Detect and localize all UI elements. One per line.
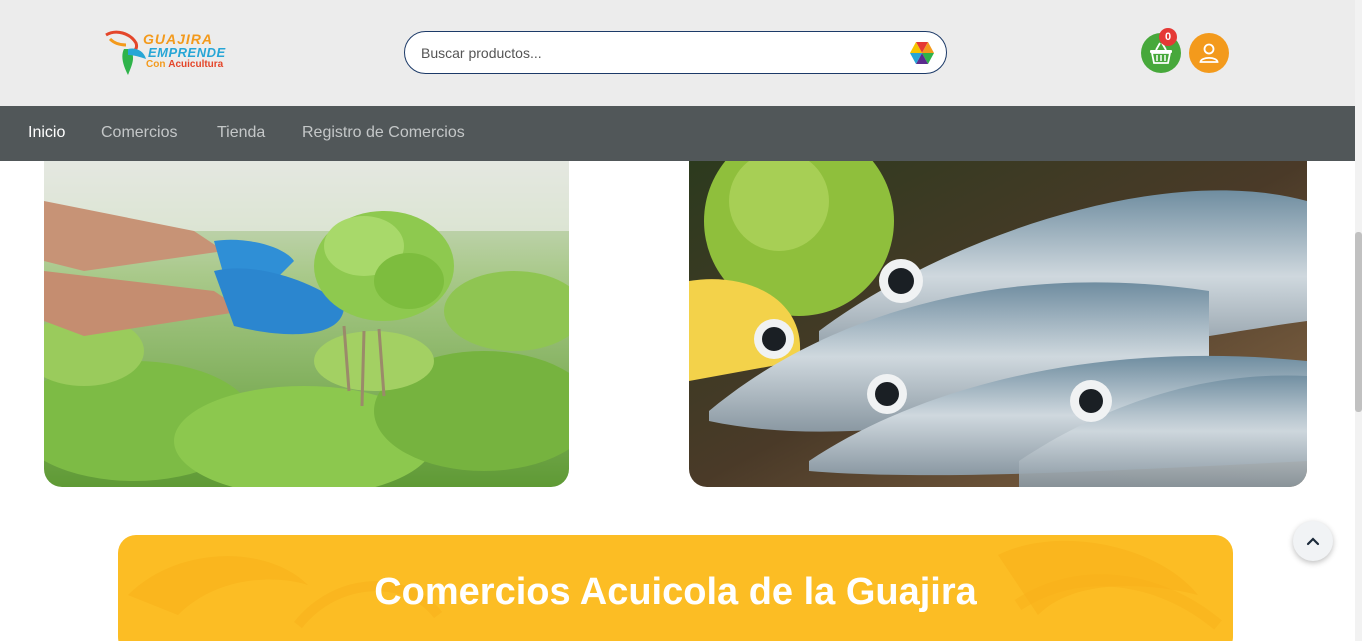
commerce-banner: Comercios Acuicola de la Guajira [118, 535, 1233, 641]
site-logo[interactable]: GUAJIRA EMPRENDE Con Acuicultura [102, 29, 232, 77]
hydroponic-lettuce-image [44, 161, 569, 487]
main-nav: Inicio Comercios Tienda Registro de Come… [0, 106, 1355, 161]
nav-item-tienda[interactable]: Tienda [217, 124, 265, 142]
logo-line-2: EMPRENDE [148, 45, 226, 60]
nav-item-registro-de-comercios[interactable]: Registro de Comercios [302, 124, 465, 142]
chevron-up-icon [1306, 537, 1320, 546]
site-header: GUAJIRA EMPRENDE Con Acuicultura Buscar … [0, 0, 1355, 106]
scroll-to-top-button[interactable] [1293, 521, 1333, 561]
search-bar [404, 31, 947, 74]
nav-item-comercios[interactable]: Comercios [101, 124, 177, 142]
scrollbar-thumb[interactable] [1355, 232, 1362, 412]
nav-item-inicio[interactable]: Inicio [28, 124, 65, 142]
banner-title: Comercios Acuicola de la Guajira [374, 571, 977, 613]
logo-line-3-accent: Acuicultura [168, 59, 224, 70]
page: GUAJIRA EMPRENDE Con Acuicultura Buscar … [0, 0, 1362, 641]
logo-line-3: Con Acuicultura [146, 59, 223, 70]
logo-line-3-prefix: Con [146, 59, 166, 70]
cart-count-badge: 0 [1159, 28, 1177, 46]
color-wheel-search-icon[interactable] [906, 37, 938, 69]
fresh-fish-image [689, 161, 1307, 487]
user-icon [1199, 43, 1219, 63]
user-account-button[interactable] [1189, 33, 1229, 73]
search-input[interactable] [421, 42, 891, 64]
